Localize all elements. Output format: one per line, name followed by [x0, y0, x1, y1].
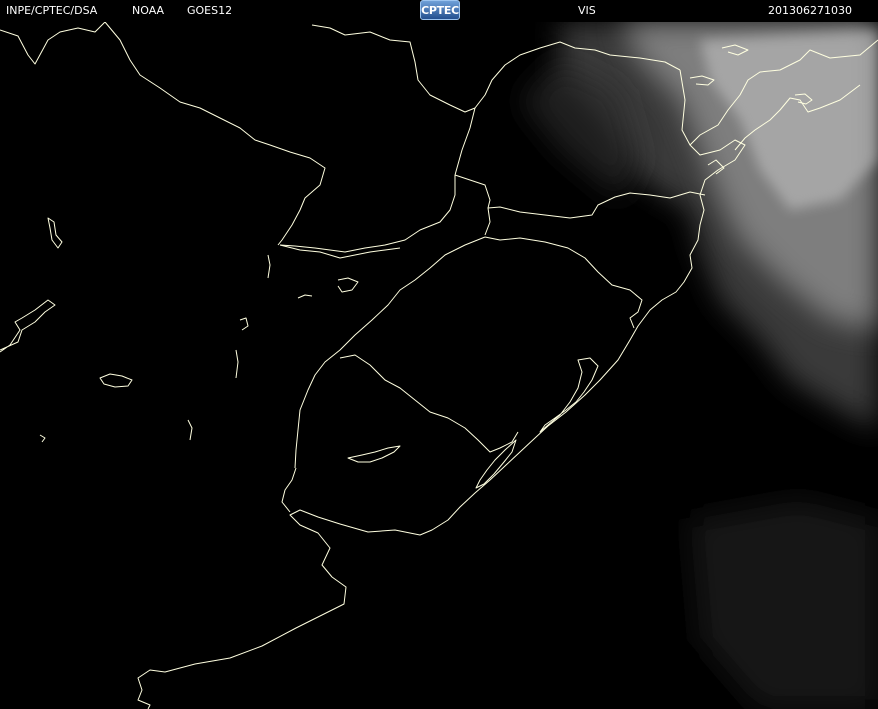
satellite-image: [0, 0, 878, 709]
cptec-logo: CPTEC: [420, 0, 460, 20]
timestamp-label: 201306271030: [768, 4, 852, 17]
institution-label: INPE/CPTEC/DSA: [6, 4, 98, 17]
agency-label: NOAA: [132, 4, 165, 17]
cptec-logo-text: CPTEC: [421, 4, 459, 17]
channel-label: VIS: [578, 4, 596, 17]
satellite-label: GOES12: [187, 4, 233, 17]
